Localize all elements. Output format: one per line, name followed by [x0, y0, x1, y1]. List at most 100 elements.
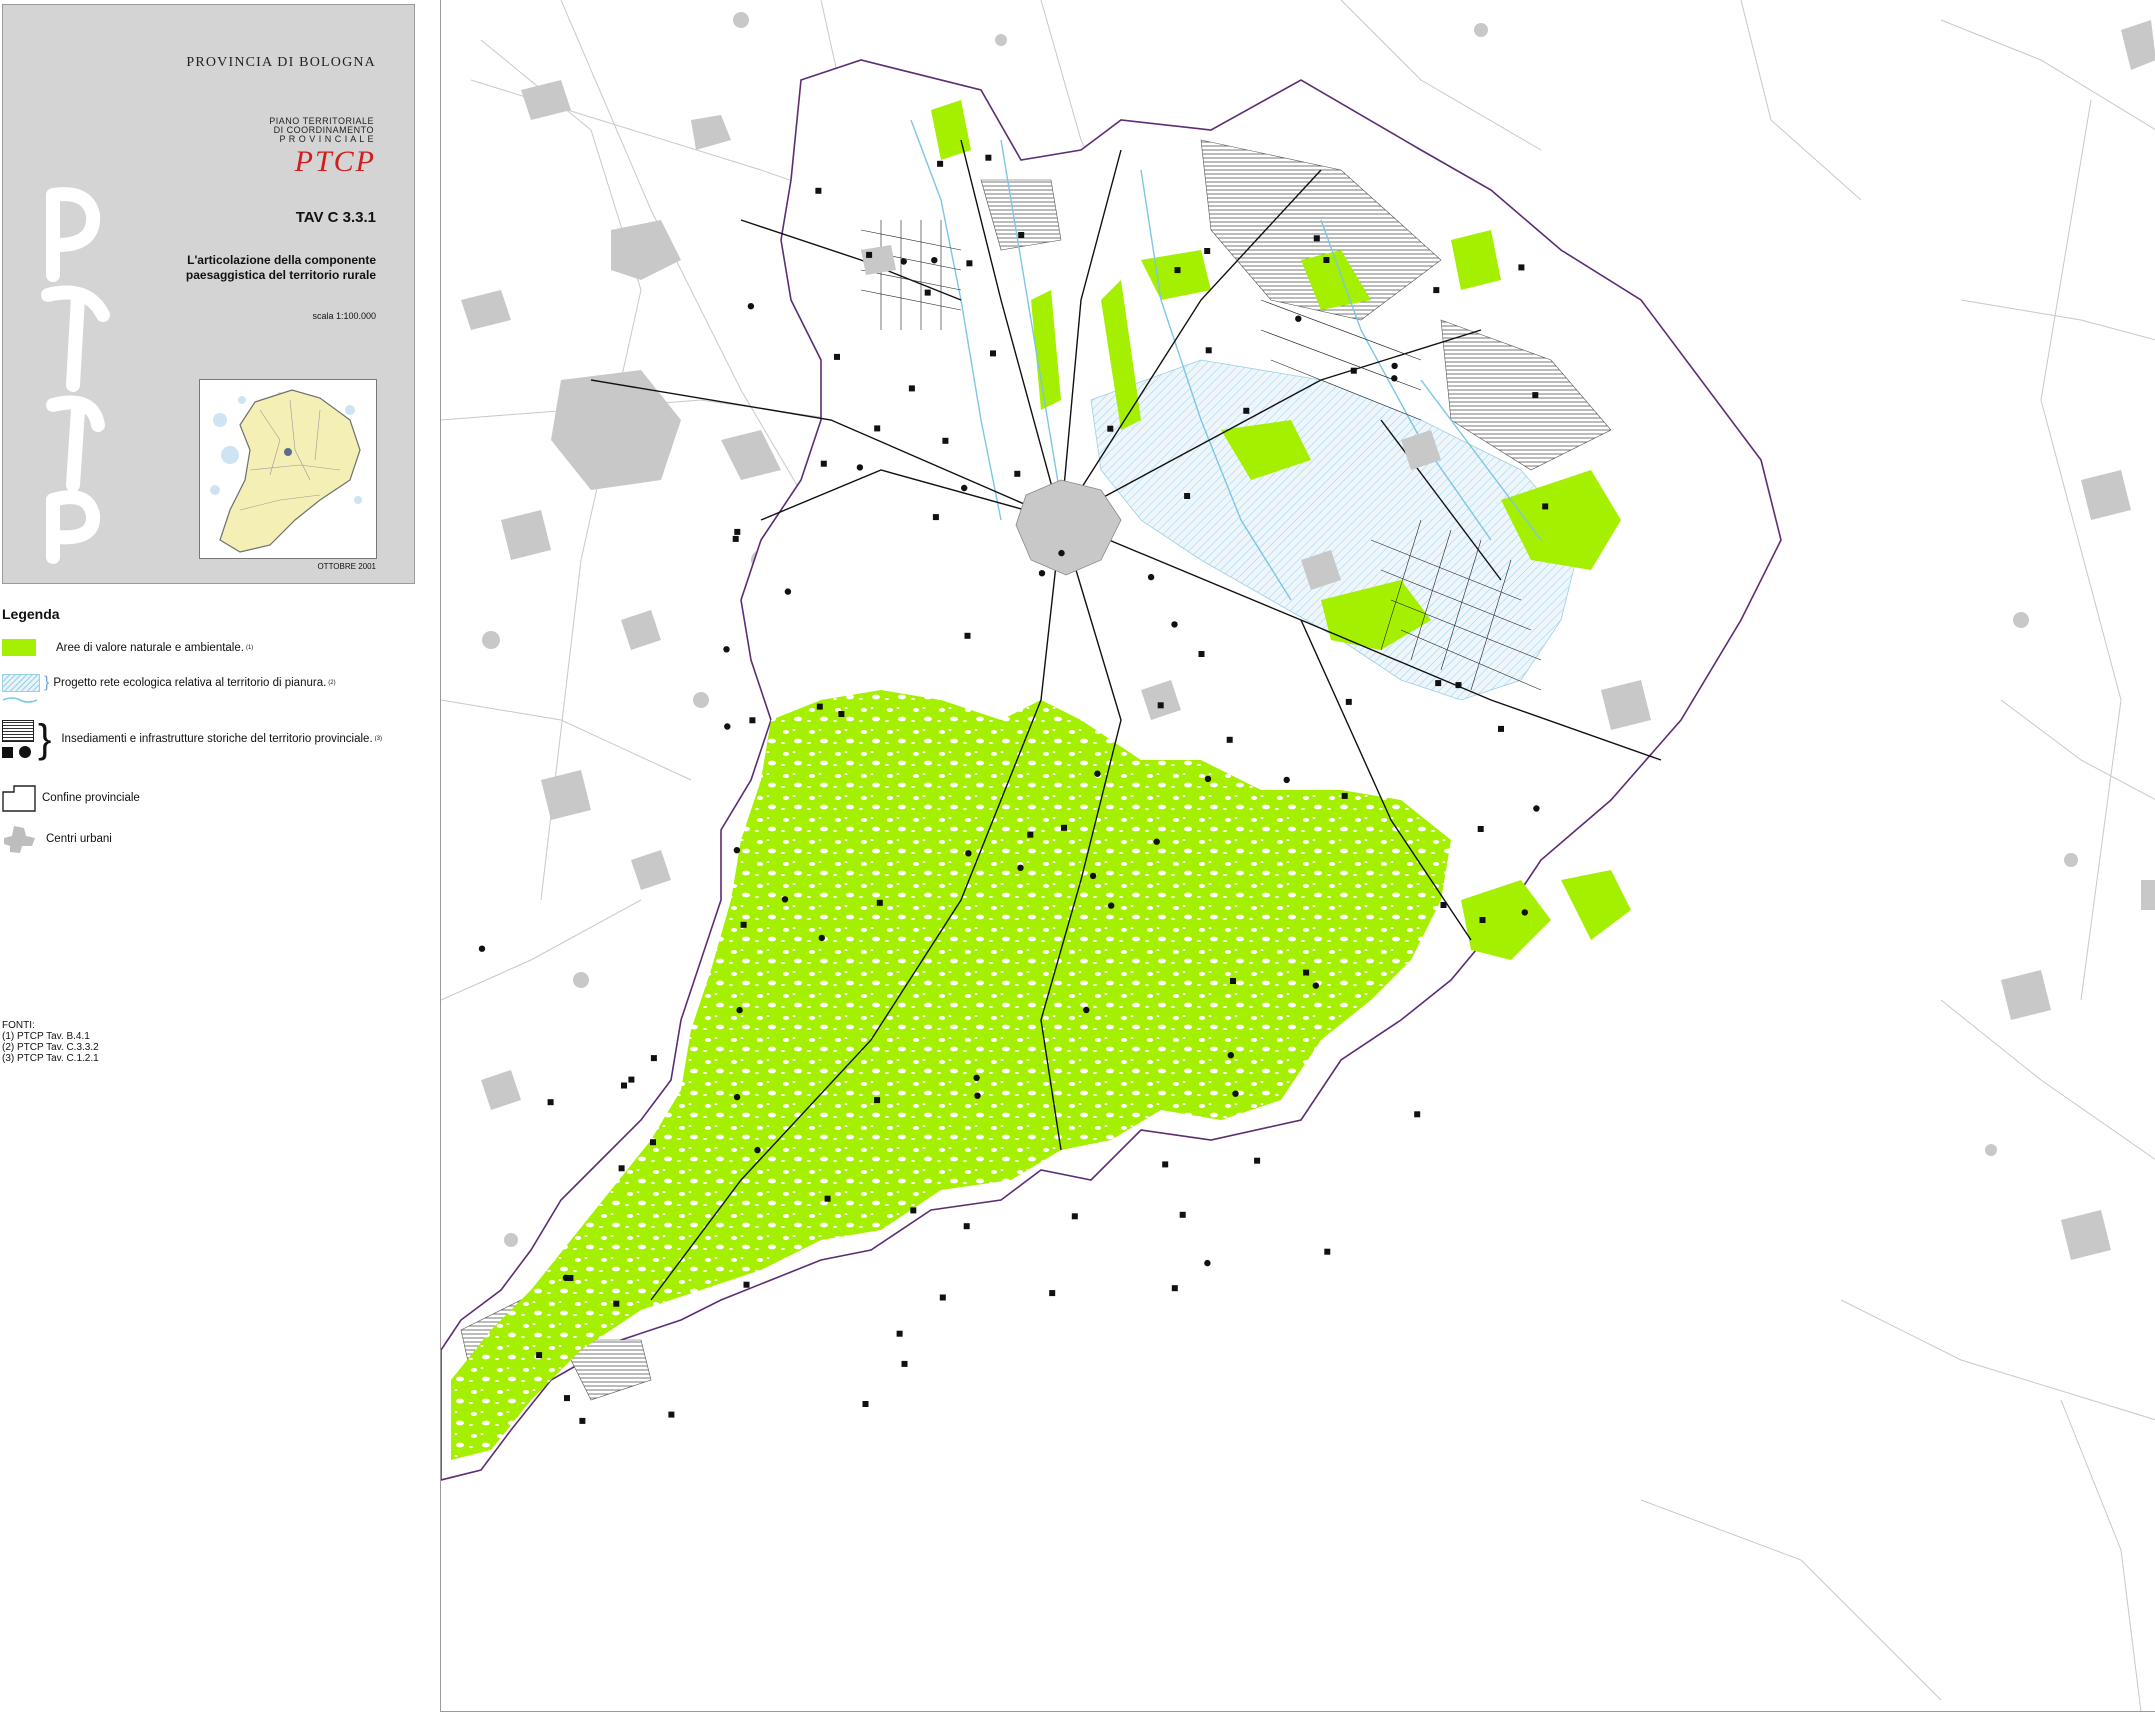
square-marker	[1518, 264, 1525, 271]
circle-marker	[1058, 549, 1065, 557]
circle-marker	[1391, 375, 1398, 382]
plan-name: PIANO TERRITORIALE DI COORDINAMENTO P R …	[269, 117, 374, 144]
square-marker	[749, 717, 756, 724]
circle-marker	[1089, 872, 1097, 880]
circle-marker	[478, 945, 486, 952]
square-marker	[1414, 1111, 1421, 1118]
square-marker	[1477, 826, 1484, 832]
circle-marker	[1295, 315, 1302, 322]
circle-marker	[1533, 805, 1540, 812]
legend: Legenda Aree di valore naturale e ambien…	[2, 606, 417, 853]
square-marker	[547, 1099, 554, 1106]
square-marker	[1027, 831, 1034, 838]
square-marker	[1532, 392, 1539, 399]
circle-marker	[723, 646, 730, 653]
square-marker	[932, 514, 939, 521]
circle-marker	[1204, 1259, 1211, 1267]
circle-marker	[1083, 1006, 1090, 1014]
square-marker	[816, 703, 823, 710]
subtitle-line: paesaggistica del territorio rurale	[185, 268, 376, 282]
square-marker	[1254, 1157, 1261, 1164]
legend-label: Aree di valore naturale e ambientale.	[56, 641, 244, 654]
square-marker	[876, 899, 883, 906]
circle-marker	[973, 1074, 980, 1082]
circle-marker	[856, 464, 864, 471]
legend-note: (1)	[245, 644, 254, 651]
source-line: (2) PTCP Tav. C.3.3.2	[2, 1042, 99, 1053]
thematic-map[interactable]	[441, 0, 2155, 1712]
circle-marker	[1153, 838, 1160, 845]
square-marker	[964, 632, 971, 639]
square-marker	[650, 1139, 656, 1146]
locator-map	[199, 379, 377, 559]
boundary-icon	[2, 785, 36, 812]
legend-item-boundary: Confine provinciale	[2, 784, 140, 812]
square-marker	[939, 1294, 946, 1301]
square-marker	[1455, 682, 1462, 689]
square-marker	[1313, 235, 1320, 242]
circle-marker	[733, 847, 741, 854]
square-marker	[985, 154, 992, 161]
legend-item-natural-areas: Aree di valore naturale e ambientale. (1…	[2, 639, 253, 656]
square-marker	[621, 1082, 627, 1089]
legend-label: Insediamenti e infrastrutture storiche d…	[61, 733, 373, 745]
source-line: (1) PTCP Tav. B.4.1	[2, 1031, 90, 1042]
circle-marker	[974, 1092, 981, 1099]
square-marker	[1061, 824, 1067, 831]
square-marker	[874, 1097, 881, 1104]
province-name: PROVINCIA DI BOLOGNA	[186, 55, 376, 70]
square-marker	[743, 1281, 750, 1288]
square-marker	[1350, 367, 1357, 374]
square-marker	[1243, 407, 1250, 414]
square-marker	[820, 460, 827, 467]
square-marker	[1179, 1211, 1186, 1218]
square-marker	[1171, 1285, 1178, 1292]
circle-marker	[781, 896, 789, 903]
square-marker	[613, 1300, 620, 1307]
square-marker	[1162, 1161, 1169, 1168]
square-marker	[564, 1395, 570, 1402]
circle-marker	[965, 850, 972, 857]
circle-marker	[1521, 909, 1529, 916]
circle-marker-icon	[19, 746, 31, 758]
legend-item-urban: Centri urbani	[2, 824, 112, 854]
square-marker	[1205, 347, 1212, 354]
circle-marker	[562, 1274, 570, 1282]
circle-marker	[724, 723, 731, 730]
brace-icon: }	[38, 717, 52, 761]
brace-icon: }	[44, 674, 50, 691]
publication-date: OTTOBRE 2001	[317, 562, 376, 571]
circle-marker	[1391, 362, 1398, 370]
square-marker	[1049, 1290, 1056, 1297]
square-marker	[838, 711, 845, 717]
legend-title: Legenda	[2, 606, 60, 622]
urban-center-icon	[4, 826, 35, 853]
sources: FONTI: (1) PTCP Tav. B.4.1 (2) PTCP Tav.…	[2, 1020, 99, 1064]
circle-marker	[1283, 776, 1290, 784]
sources-title: FONTI:	[2, 1020, 35, 1031]
circle-marker	[900, 258, 907, 265]
square-marker	[1184, 493, 1191, 499]
circle-marker	[1204, 775, 1212, 783]
square-marker	[1498, 725, 1504, 732]
square-marker	[1018, 232, 1025, 238]
square-marker	[1479, 917, 1486, 923]
square-marker	[990, 350, 996, 357]
square-marker	[866, 251, 873, 258]
square-marker	[874, 425, 881, 432]
map-panel[interactable]	[440, 0, 2155, 1712]
square-marker	[862, 1401, 869, 1407]
square-marker	[1014, 470, 1021, 477]
square-marker	[734, 528, 741, 535]
circle-marker	[784, 588, 792, 595]
legend-item-historic: } Insediamenti e infrastrutture storiche…	[2, 714, 382, 764]
circle-marker	[931, 257, 938, 264]
square-marker-icon	[2, 746, 13, 758]
tav-code: TAV C 3.3.1	[295, 209, 376, 226]
square-marker	[1226, 736, 1233, 743]
square-marker	[908, 385, 915, 392]
square-marker	[1324, 1248, 1331, 1255]
ptcp-watermark-logo	[41, 187, 110, 564]
square-marker	[966, 260, 973, 267]
title-card: PROVINCIA DI BOLOGNA PIANO TERRITORIALE …	[2, 4, 415, 584]
